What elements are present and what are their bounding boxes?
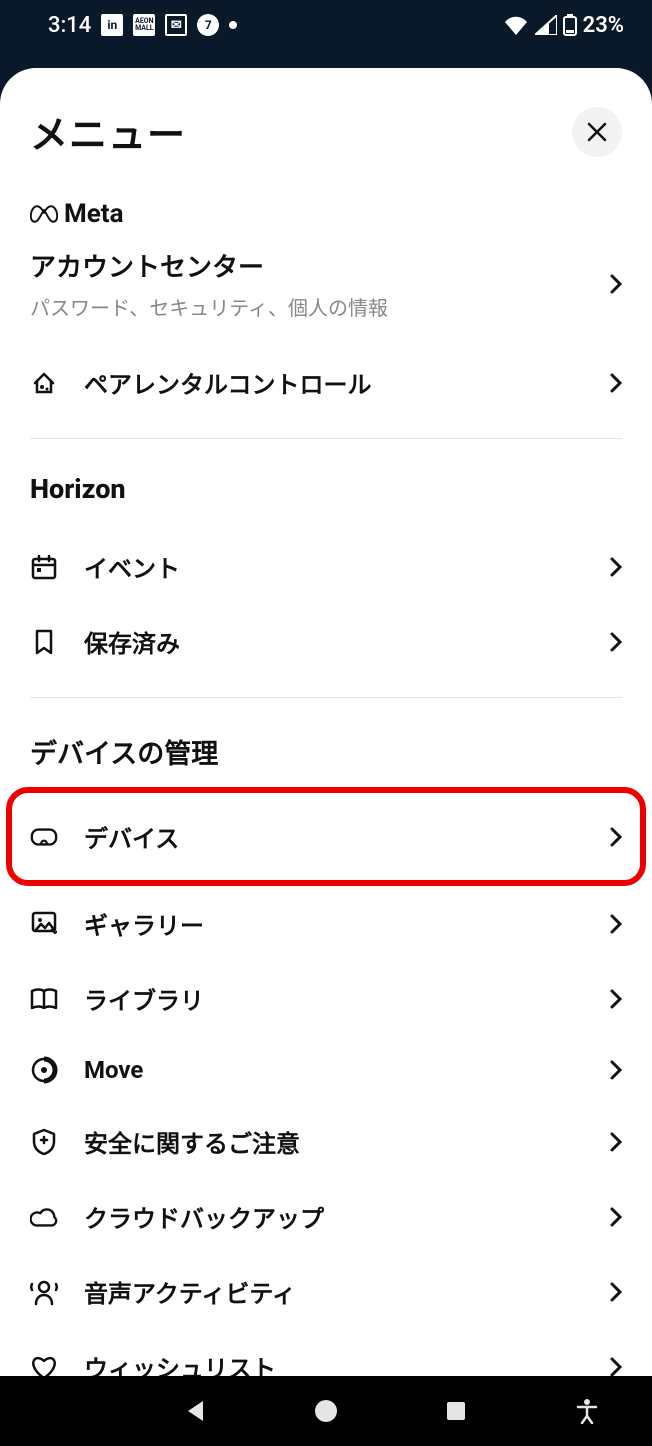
status-bar: 3:14 in AEONMALL ✉ 7 23% xyxy=(0,0,652,50)
heart-icon xyxy=(30,1353,58,1377)
header: メニュー xyxy=(30,104,622,159)
chevron-right-icon xyxy=(610,827,622,847)
calendar-icon xyxy=(30,553,58,581)
chevron-right-icon xyxy=(610,632,622,652)
system-nav-bar xyxy=(0,1376,652,1446)
seven-icon: 7 xyxy=(197,14,219,36)
content-panel: メニュー Meta アカウントセンター パスワード、セキュリティ、個人の情報 ペ… xyxy=(0,68,652,1376)
parental-icon xyxy=(30,369,58,397)
chevron-right-icon xyxy=(610,373,622,393)
account-center-subtitle: パスワード、セキュリティ、個人の情報 xyxy=(30,292,388,321)
bookmark-icon xyxy=(30,628,58,656)
chevron-right-icon xyxy=(610,1282,622,1302)
devices-label: デバイス xyxy=(84,819,179,854)
page-title: メニュー xyxy=(30,104,186,159)
library-row[interactable]: ライブラリ xyxy=(30,961,622,1036)
mail-icon: ✉ xyxy=(165,14,187,36)
saved-label: 保存済み xyxy=(84,624,180,659)
horizon-title: Horizon xyxy=(30,473,622,505)
parental-controls-row[interactable]: ペアレンタルコントロール xyxy=(30,335,622,420)
nav-recent-button[interactable] xyxy=(436,1391,476,1431)
book-icon xyxy=(30,985,58,1013)
close-icon xyxy=(586,121,608,143)
gallery-label: ギャラリー xyxy=(84,906,204,941)
divider xyxy=(30,438,622,439)
devices-row[interactable]: デバイス xyxy=(30,793,622,880)
voice-icon xyxy=(30,1278,58,1306)
meta-brand-text: Meta xyxy=(64,199,124,229)
move-icon xyxy=(30,1056,58,1084)
chevron-right-icon xyxy=(610,989,622,1009)
move-label: Move xyxy=(84,1056,143,1084)
status-right: 23% xyxy=(503,13,624,38)
voice-label: 音声アクティビティ xyxy=(84,1274,296,1309)
mall-icon: AEONMALL xyxy=(133,14,155,36)
safety-row[interactable]: 安全に関するご注意 xyxy=(30,1104,622,1179)
status-time: 3:14 xyxy=(48,13,91,38)
cloud-label: クラウドバックアップ xyxy=(84,1199,324,1234)
wishlist-row[interactable]: ウィッシュリスト xyxy=(30,1329,622,1376)
wishlist-label: ウィッシュリスト xyxy=(84,1349,276,1376)
divider xyxy=(30,697,622,698)
account-center-row[interactable]: アカウントセンター パスワード、セキュリティ、個人の情報 xyxy=(30,247,622,321)
voice-activity-row[interactable]: 音声アクティビティ xyxy=(30,1254,622,1329)
close-button[interactable] xyxy=(572,107,622,157)
cloud-icon xyxy=(30,1203,58,1231)
battery-icon xyxy=(563,14,577,36)
events-label: イベント xyxy=(84,549,180,584)
chevron-right-icon xyxy=(610,1060,622,1080)
safety-label: 安全に関するご注意 xyxy=(84,1124,300,1159)
battery-text: 23% xyxy=(583,13,624,38)
nav-back-button[interactable] xyxy=(176,1391,216,1431)
events-row[interactable]: イベント xyxy=(30,529,622,604)
device-mgmt-title: デバイスの管理 xyxy=(30,732,622,771)
parental-label: ペアレンタルコントロール xyxy=(84,365,372,400)
status-left: 3:14 in AEONMALL ✉ 7 xyxy=(48,13,237,38)
meta-logo-icon xyxy=(30,204,58,224)
shield-icon xyxy=(30,1128,58,1156)
nav-accessibility-button[interactable] xyxy=(567,1391,607,1431)
nav-home-button[interactable] xyxy=(306,1391,346,1431)
chevron-right-icon xyxy=(610,1207,622,1227)
meta-brand: Meta xyxy=(30,199,622,229)
nav-recent-icon xyxy=(445,1400,467,1422)
account-center-title: アカウントセンター xyxy=(30,247,388,284)
chevron-right-icon xyxy=(610,1132,622,1152)
nav-home-icon xyxy=(313,1398,339,1424)
chevron-right-icon xyxy=(610,557,622,577)
highlight-devices: デバイス xyxy=(6,787,646,886)
signal-icon xyxy=(535,15,557,35)
accessibility-icon xyxy=(576,1398,598,1424)
vr-headset-icon xyxy=(30,823,58,851)
gallery-row[interactable]: ギャラリー xyxy=(30,886,622,961)
gallery-icon xyxy=(30,910,58,938)
chevron-right-icon xyxy=(610,1357,622,1377)
chevron-right-icon xyxy=(610,274,622,294)
saved-row[interactable]: 保存済み xyxy=(30,604,622,679)
move-row[interactable]: Move xyxy=(30,1036,622,1104)
cloud-backup-row[interactable]: クラウドバックアップ xyxy=(30,1179,622,1254)
wifi-icon xyxy=(503,15,529,35)
more-notif-icon xyxy=(229,21,237,29)
nav-back-icon xyxy=(183,1398,209,1424)
chevron-right-icon xyxy=(610,914,622,934)
linkedin-icon: in xyxy=(101,14,123,36)
library-label: ライブラリ xyxy=(84,981,204,1016)
